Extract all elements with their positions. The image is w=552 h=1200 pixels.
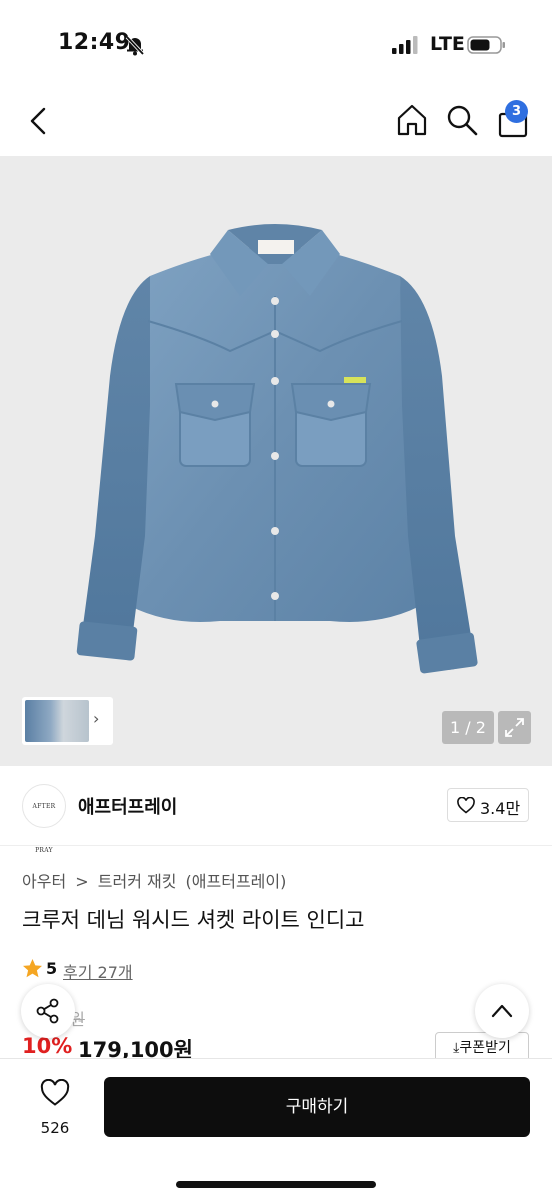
- thumbnail-strip[interactable]: ›: [22, 697, 113, 745]
- breadcrumb-subcategory[interactable]: 트러커 재킷: [98, 872, 177, 891]
- nav-bar: 3: [0, 90, 552, 156]
- back-icon[interactable]: [22, 104, 56, 138]
- heart-icon: [40, 1079, 70, 1106]
- search-icon[interactable]: [444, 102, 480, 138]
- product-title: 크루저 데님 워시드 셔켓 라이트 인디고: [22, 908, 365, 932]
- breadcrumb-brand[interactable]: (애프터프레이): [186, 872, 287, 891]
- chevron-right-icon[interactable]: ›: [93, 709, 99, 728]
- scroll-top-button[interactable]: [475, 984, 529, 1038]
- chevron-up-icon: [491, 1004, 513, 1018]
- brand-like-count: 3.4만: [480, 799, 521, 818]
- status-time: 12:49: [58, 30, 131, 55]
- share-button[interactable]: [21, 984, 75, 1038]
- network-label: LTE: [430, 33, 465, 55]
- image-page-counter: 1 / 2: [442, 711, 494, 744]
- home-icon[interactable]: [394, 102, 430, 138]
- bell-off-icon: [125, 35, 145, 56]
- expand-icon[interactable]: [498, 711, 531, 744]
- star-icon: [23, 959, 42, 978]
- heart-icon: [457, 797, 475, 814]
- breadcrumb-separator: >: [75, 872, 89, 891]
- wishlist-button[interactable]: 526: [22, 1075, 88, 1145]
- brand-logo[interactable]: AFTER PRAY: [22, 784, 66, 854]
- rating-value: 5: [46, 959, 58, 978]
- brand-name[interactable]: 애프터프레이: [78, 793, 177, 819]
- denim-jacket-image: [76, 224, 478, 674]
- wishlist-count: 526: [40, 1119, 70, 1137]
- cart-count-badge: 3: [505, 100, 528, 123]
- battery-icon: [467, 36, 505, 54]
- breadcrumb: 아우터 > 트러커 재킷 (애프터프레이): [22, 868, 290, 892]
- review-count-link[interactable]: 후기 27개: [63, 959, 133, 983]
- thumbnail-image[interactable]: [25, 700, 89, 742]
- buy-button[interactable]: 구매하기: [104, 1077, 530, 1137]
- status-bar: 12:49 LTE: [0, 0, 552, 90]
- coupon-label: 쿠폰받기: [459, 1040, 511, 1056]
- product-image-gallery[interactable]: › 1 / 2: [0, 156, 552, 766]
- share-icon: [36, 998, 59, 1024]
- brand-row[interactable]: AFTER PRAY 애프터프레이 3.4만: [0, 766, 552, 854]
- home-indicator: [176, 1181, 376, 1188]
- bottom-action-bar: 526 구매하기: [0, 1058, 552, 1200]
- brand-like-button[interactable]: 3.4만: [447, 788, 529, 822]
- signal-icon: [392, 36, 418, 54]
- breadcrumb-category[interactable]: 아우터: [22, 872, 66, 891]
